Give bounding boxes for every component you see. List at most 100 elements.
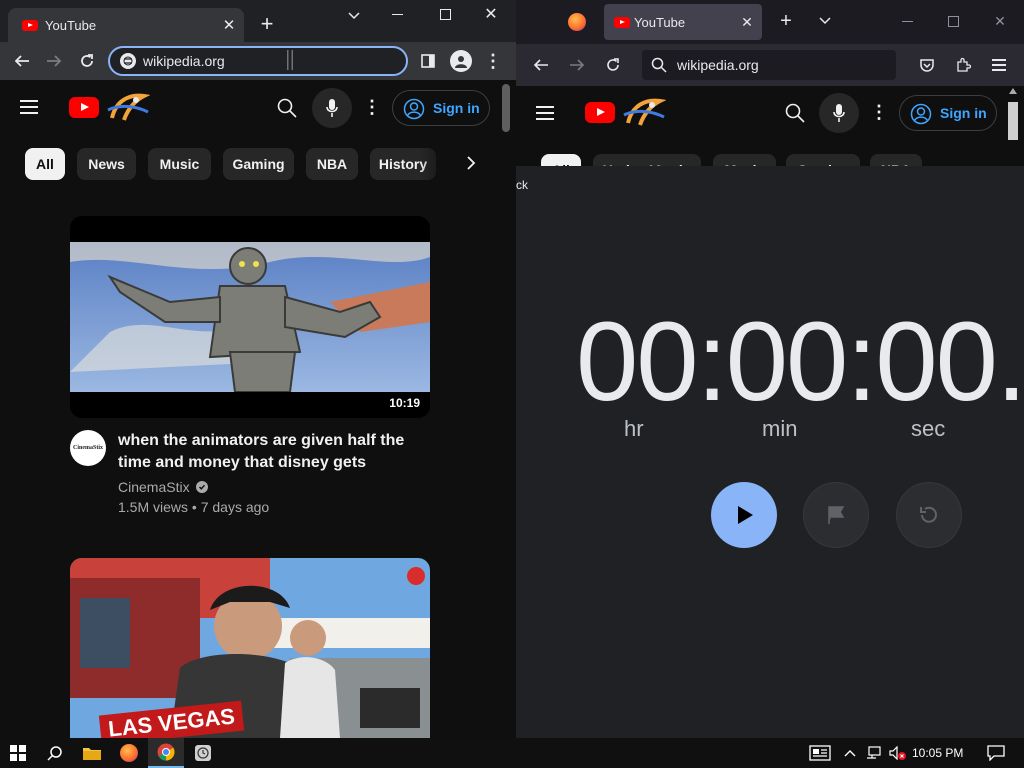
stopwatch-panel: ck 00:00:00.0 hr min sec bbox=[516, 166, 1024, 738]
chips-bar: All News Music Gaming NBA History bbox=[0, 136, 500, 192]
hamburger-menu-icon[interactable] bbox=[536, 106, 554, 120]
chrome-menu-icon[interactable]: ⋮ bbox=[484, 51, 502, 71]
flag-icon bbox=[828, 506, 845, 524]
chip-all[interactable]: All bbox=[541, 154, 581, 166]
close-tab-icon[interactable]: ✕ bbox=[738, 13, 756, 31]
back-icon[interactable] bbox=[12, 51, 32, 71]
chrome-address-bar[interactable]: wikipedia.org bbox=[108, 46, 408, 76]
video-title[interactable]: when the animators are given half the ti… bbox=[118, 430, 418, 474]
back-icon[interactable] bbox=[532, 56, 550, 74]
chip-under-10-min[interactable]: Under 10 min bbox=[593, 154, 701, 166]
chip-music[interactable]: Music bbox=[713, 154, 776, 166]
start-button[interactable] bbox=[0, 738, 36, 768]
chip-all[interactable]: All bbox=[25, 148, 65, 180]
profile-avatar-icon[interactable] bbox=[450, 50, 472, 72]
voice-search-icon[interactable] bbox=[312, 88, 352, 128]
reload-icon[interactable] bbox=[604, 56, 622, 74]
chrome-tab-youtube[interactable]: YouTube ✕ bbox=[8, 8, 244, 42]
video-thumbnail-2[interactable]: LAS VEGAS bbox=[70, 558, 430, 738]
firefox-address-bar[interactable]: wikipedia.org bbox=[642, 50, 896, 80]
sign-in-label: Sign in bbox=[433, 100, 480, 116]
site-info-icon[interactable] bbox=[120, 53, 136, 69]
tab-search-chevron-icon[interactable] bbox=[344, 8, 364, 24]
chip-news[interactable]: News bbox=[77, 148, 136, 180]
text-cursor-icon bbox=[287, 50, 293, 70]
more-options-icon[interactable]: ⋮ bbox=[870, 101, 888, 123]
chip-music[interactable]: Music bbox=[148, 148, 211, 180]
firefox-tab-title: YouTube bbox=[634, 15, 686, 30]
sign-in-button[interactable]: Sign in bbox=[392, 90, 490, 126]
firefox-view-icon[interactable] bbox=[568, 13, 586, 31]
unit-hr: hr bbox=[624, 416, 644, 441]
close-tab-icon[interactable]: ✕ bbox=[220, 16, 238, 34]
youtube-favicon-icon bbox=[614, 17, 630, 28]
clock-app-taskbar-icon[interactable] bbox=[185, 738, 221, 768]
new-tab-icon[interactable]: + bbox=[776, 10, 796, 32]
youtube-logo-icon[interactable] bbox=[585, 102, 615, 123]
chip-gaming[interactable]: Gaming bbox=[786, 154, 860, 166]
side-panel-icon[interactable] bbox=[418, 51, 438, 71]
file-explorer-icon[interactable] bbox=[74, 738, 110, 768]
network-icon[interactable] bbox=[862, 738, 886, 768]
video-duration: 10:19 bbox=[385, 394, 424, 412]
chrome-taskbar-icon[interactable] bbox=[148, 738, 184, 768]
start-button[interactable] bbox=[711, 482, 777, 548]
channel-name[interactable]: CinemaStix bbox=[118, 479, 208, 495]
chrome-tab-bar: YouTube ✕ + ✕ bbox=[0, 0, 516, 42]
taskbar-clock[interactable]: 10:05 PM bbox=[912, 746, 963, 760]
video-meta: 1.5M views • 7 days ago bbox=[118, 499, 270, 515]
windows-taskbar: 10:05 PM bbox=[0, 738, 1024, 768]
minimize-icon[interactable] bbox=[392, 14, 403, 15]
forward-icon[interactable] bbox=[44, 51, 64, 71]
reset-button[interactable] bbox=[896, 482, 962, 548]
doodle-logo-icon[interactable] bbox=[622, 95, 666, 129]
scrollbar-firefox[interactable] bbox=[1006, 88, 1020, 144]
hamburger-menu-icon[interactable] bbox=[20, 100, 38, 114]
chips-next-icon[interactable] bbox=[460, 152, 482, 174]
voice-search-icon[interactable] bbox=[819, 93, 859, 133]
show-hidden-icons-icon[interactable] bbox=[838, 738, 862, 768]
firefox-taskbar-icon[interactable] bbox=[111, 738, 147, 768]
chip-nba[interactable]: NBA bbox=[870, 154, 922, 166]
extensions-icon[interactable] bbox=[954, 56, 972, 74]
firefox-window: YouTube ✕ + ✕ wikipedia.org ⋮ Sign in ck… bbox=[516, 0, 1024, 738]
youtube-header: ⋮ Sign in bbox=[0, 80, 516, 136]
search-icon[interactable] bbox=[276, 97, 298, 119]
scroll-up-icon[interactable] bbox=[1009, 88, 1017, 94]
forward-icon[interactable] bbox=[568, 56, 586, 74]
truncated-text: ck bbox=[516, 178, 528, 192]
new-tab-icon[interactable]: + bbox=[256, 11, 278, 36]
lap-button[interactable] bbox=[803, 482, 869, 548]
list-tabs-icon[interactable] bbox=[816, 14, 834, 28]
youtube-header-firefox: ⋮ Sign in All Under 10 min Music Gaming … bbox=[516, 86, 1024, 166]
firefox-tab-youtube[interactable]: YouTube ✕ bbox=[604, 4, 762, 40]
more-options-icon[interactable]: ⋮ bbox=[363, 96, 381, 118]
chip-nba[interactable]: NBA bbox=[306, 148, 358, 180]
chrome-address-text: wikipedia.org bbox=[143, 53, 225, 69]
chips-bar-partial: All Under 10 min Music Gaming NBA bbox=[516, 152, 1024, 166]
volume-muted-icon[interactable] bbox=[886, 738, 910, 768]
minimize-icon[interactable] bbox=[902, 21, 913, 22]
play-icon bbox=[738, 506, 753, 524]
maximize-icon[interactable] bbox=[440, 9, 451, 20]
doodle-logo-icon[interactable] bbox=[106, 90, 150, 124]
search-taskbar-icon[interactable] bbox=[37, 738, 73, 768]
youtube-logo-icon[interactable] bbox=[69, 97, 99, 118]
unit-sec: sec bbox=[911, 416, 946, 441]
reload-icon[interactable] bbox=[77, 51, 97, 71]
app-menu-icon[interactable] bbox=[992, 59, 1006, 71]
chip-gaming[interactable]: Gaming bbox=[223, 148, 294, 180]
page-scrollbar[interactable] bbox=[502, 84, 510, 132]
search-icon[interactable] bbox=[784, 102, 806, 124]
close-window-icon[interactable]: ✕ bbox=[992, 13, 1008, 29]
maximize-icon[interactable] bbox=[948, 16, 959, 27]
channel-avatar[interactable]: CinemaStix bbox=[70, 430, 106, 466]
close-window-icon[interactable]: ✕ bbox=[482, 5, 500, 23]
pocket-icon[interactable] bbox=[918, 56, 936, 74]
video-thumbnail[interactable]: 10:19 bbox=[70, 216, 430, 418]
youtube-favicon-icon bbox=[22, 20, 38, 31]
notifications-icon[interactable] bbox=[978, 738, 1014, 768]
sign-in-label: Sign in bbox=[940, 105, 987, 121]
news-widget-icon[interactable] bbox=[802, 738, 838, 768]
sign-in-button[interactable]: Sign in bbox=[899, 95, 997, 131]
